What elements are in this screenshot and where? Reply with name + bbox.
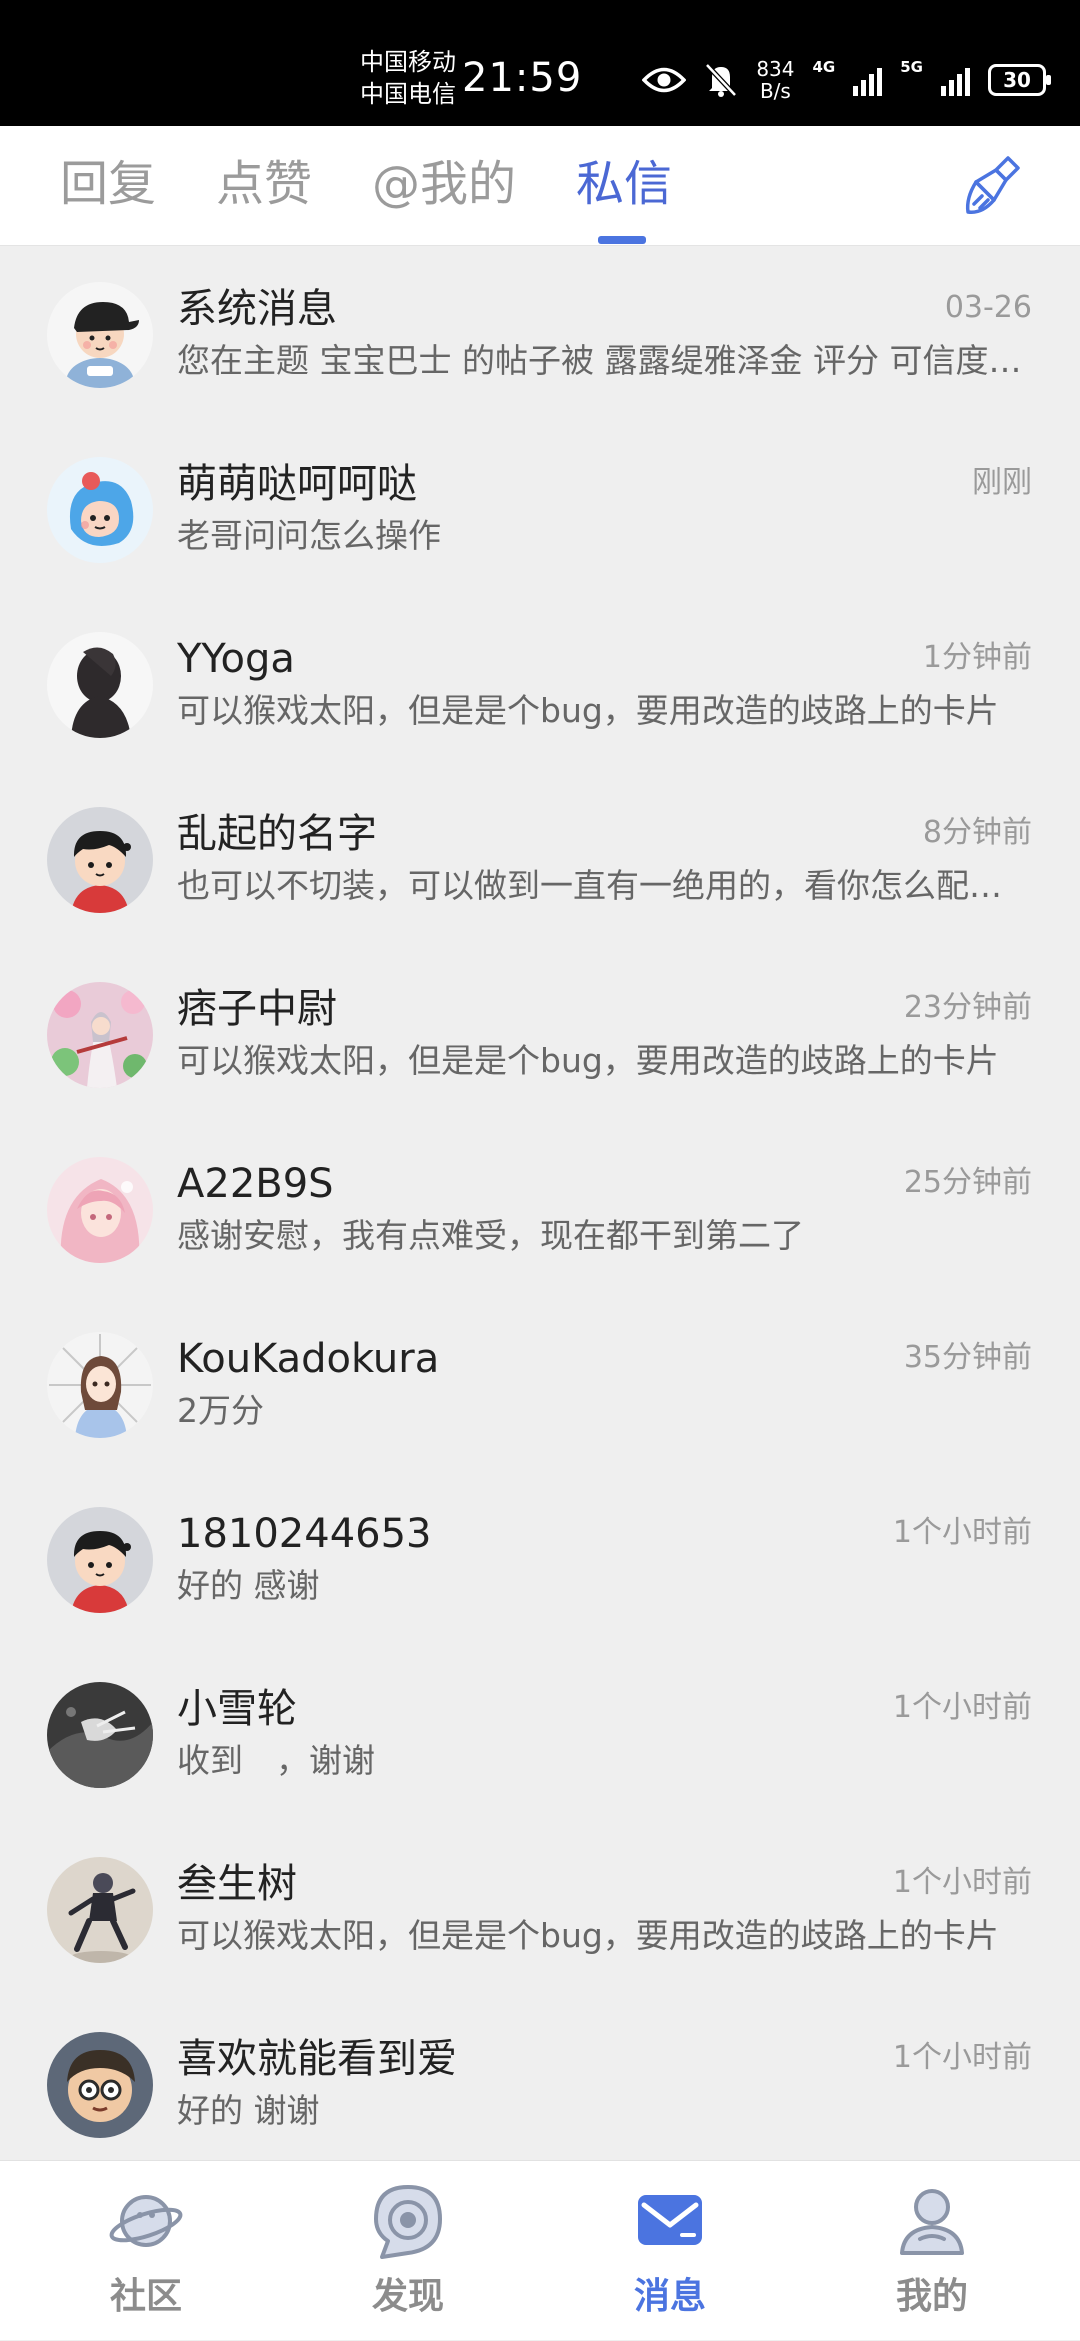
conversation-time: 8分钟前 bbox=[922, 815, 1032, 850]
nav-profile[interactable]: 我的 bbox=[832, 2161, 1032, 2341]
planet-icon bbox=[109, 2195, 183, 2247]
conversation-row[interactable]: KouKadokura 35分钟前 2万分 bbox=[0, 1296, 1080, 1471]
conversation-row[interactable]: 叁生树 1个小时前 可以猴戏太阳，但是是个bug，要用改造的歧路上的卡片 bbox=[0, 1821, 1080, 1996]
conversation-row[interactable]: A22B9S 25分钟前 感谢安慰，我有点难受，现在都干到第二了 bbox=[0, 1121, 1080, 1296]
conversation-row[interactable]: 乱起的名字 8分钟前 也可以不切装，可以做到一直有一绝用的，看你怎么配置了 bbox=[0, 771, 1080, 946]
blue-blob-avatar[interactable] bbox=[47, 457, 153, 563]
conversation-name: YYoga bbox=[177, 636, 295, 682]
battery-icon: 30 bbox=[988, 64, 1051, 96]
nav-messages[interactable]: 消息 bbox=[570, 2161, 770, 2341]
signal-icon bbox=[853, 64, 883, 96]
user-icon bbox=[900, 2189, 964, 2255]
network-type-1: 4G bbox=[812, 58, 836, 76]
nav-discover-label: 发现 bbox=[371, 2276, 444, 2317]
carrier-2: 中国电信 bbox=[360, 80, 456, 108]
nav-discover[interactable]: 发现 bbox=[308, 2161, 508, 2341]
network-type-2: 5G bbox=[900, 58, 923, 76]
anime-flower-avatar[interactable] bbox=[47, 982, 153, 1088]
broom-clear-icon[interactable] bbox=[964, 154, 1022, 218]
conversation-time: 03-26 bbox=[944, 290, 1032, 325]
conversation-row[interactable]: 1810244653 1个小时前 好的 感谢 bbox=[0, 1471, 1080, 1646]
status-clock: 21:59 bbox=[462, 55, 583, 101]
anime-girl-avatar[interactable] bbox=[47, 1332, 153, 1438]
conversation-row[interactable]: 痞子中尉 23分钟前 可以猴戏太阳，但是是个bug，要用改造的歧路上的卡片 bbox=[0, 946, 1080, 1121]
conversation-name: KouKadokura bbox=[177, 1336, 440, 1382]
conversation-preview: 可以猴戏太阳，但是是个bug，要用改造的歧路上的卡片 bbox=[177, 1041, 999, 1080]
signal-icon-2 bbox=[941, 64, 970, 96]
conversation-row[interactable]: 系统消息 03-26 您在主题 宝宝巴士 的帖子被 露露缇雅泽金 评分 可信度+… bbox=[0, 246, 1080, 421]
bottom-nav: 社区 发现 消息 我的 bbox=[0, 2160, 1080, 2340]
conversation-name: 小雪轮 bbox=[177, 1686, 297, 1732]
conversation-row[interactable]: 喜欢就能看到爱 1个小时前 好的 谢谢 bbox=[0, 1996, 1080, 2160]
default-cartoon-avatar[interactable] bbox=[47, 807, 153, 913]
net-speed: 834 B/s bbox=[756, 58, 794, 102]
nav-messages-label: 消息 bbox=[633, 2276, 706, 2317]
discover-target-icon bbox=[374, 2185, 442, 2259]
silhouette-avatar[interactable] bbox=[47, 632, 153, 738]
conversation-time: 1个小时前 bbox=[892, 1865, 1032, 1900]
conversation-time: 1个小时前 bbox=[892, 1515, 1032, 1550]
nav-profile-label: 我的 bbox=[895, 2276, 968, 2317]
conversation-preview: 可以猴戏太阳，但是是个bug，要用改造的歧路上的卡片 bbox=[177, 1916, 999, 1955]
conversation-preview: 也可以不切装，可以做到一直有一绝用的，看你怎么配置了 bbox=[177, 866, 1032, 905]
mute-bell-icon bbox=[705, 63, 738, 97]
conversation-time: 1个小时前 bbox=[892, 1690, 1032, 1725]
conversation-name: 乱起的名字 bbox=[177, 811, 377, 857]
tab-mention[interactable]: @我的 bbox=[372, 154, 516, 214]
envelope-icon bbox=[638, 2195, 702, 2245]
conversation-name: 1810244653 bbox=[177, 1511, 432, 1557]
tab-indicator bbox=[598, 236, 646, 244]
conversation-name: 萌萌哒呵呵哒 bbox=[177, 461, 417, 507]
conversation-time: 1个小时前 bbox=[892, 2040, 1032, 2075]
conversation-preview: 收到 ，谢谢 bbox=[177, 1741, 375, 1780]
conversation-name: 叁生树 bbox=[177, 1861, 297, 1907]
status-icons: 834 B/s 4G 5G 30 bbox=[642, 56, 1051, 104]
conversation-preview: 可以猴戏太阳，但是是个bug，要用改造的歧路上的卡片 bbox=[177, 691, 999, 730]
conversation-time: 刚刚 bbox=[972, 465, 1032, 500]
cartoon-boy-cap-avatar[interactable] bbox=[47, 282, 153, 388]
conversation-preview: 好的 谢谢 bbox=[177, 2091, 320, 2130]
conversation-row[interactable]: 萌萌哒呵呵哒 刚刚 老哥问问怎么操作 bbox=[0, 421, 1080, 596]
status-bar: 中国移动 中国电信 21:59 834 B/s 4G 5G 30 bbox=[0, 0, 1080, 126]
conversation-preview: 感谢安慰，我有点难受，现在都干到第二了 bbox=[177, 1216, 804, 1255]
nav-community[interactable]: 社区 bbox=[46, 2161, 246, 2341]
conversation-name: A22B9S bbox=[177, 1161, 334, 1207]
conversation-preview: 2万分 bbox=[177, 1391, 264, 1430]
conversation-time: 1分钟前 bbox=[922, 640, 1032, 675]
tab-dm[interactable]: 私信 bbox=[576, 154, 672, 214]
carrier-info: 中国移动 中国电信 bbox=[360, 46, 456, 110]
message-tabs: 回复 点赞 @我的 私信 bbox=[0, 126, 1080, 246]
net-speed-unit: B/s bbox=[759, 79, 791, 103]
conversation-preview: 您在主题 宝宝巴士 的帖子被 露露缇雅泽金 评分 可信度+1 积分+1 bbox=[177, 341, 1032, 380]
tab-like[interactable]: 点赞 bbox=[216, 154, 312, 214]
default-cartoon-avatar[interactable] bbox=[47, 1507, 153, 1613]
carrier-1: 中国移动 bbox=[360, 48, 456, 76]
conversation-preview: 老哥问问怎么操作 bbox=[177, 516, 441, 555]
conversation-preview: 好的 感谢 bbox=[177, 1566, 320, 1605]
nav-community-label: 社区 bbox=[109, 2276, 182, 2317]
conversation-time: 23分钟前 bbox=[903, 990, 1032, 1025]
figure-avatar[interactable] bbox=[47, 1857, 153, 1963]
eye-icon bbox=[642, 67, 687, 93]
cartoon-glasses-avatar[interactable] bbox=[47, 2032, 153, 2138]
conversation-row[interactable]: YYoga 1分钟前 可以猴戏太阳，但是是个bug，要用改造的歧路上的卡片 bbox=[0, 596, 1080, 771]
conversation-time: 25分钟前 bbox=[903, 1165, 1032, 1200]
tab-reply[interactable]: 回复 bbox=[60, 154, 156, 214]
conversation-row[interactable]: 小雪轮 1个小时前 收到 ，谢谢 bbox=[0, 1646, 1080, 1821]
conversation-name: 喜欢就能看到爱 bbox=[177, 2036, 457, 2082]
conversation-list[interactable]: 系统消息 03-26 您在主题 宝宝巴士 的帖子被 露露缇雅泽金 评分 可信度+… bbox=[0, 246, 1080, 2160]
conversation-name: 痞子中尉 bbox=[177, 986, 337, 1032]
dark-photo-avatar[interactable] bbox=[47, 1682, 153, 1788]
pink-anime-avatar[interactable] bbox=[47, 1157, 153, 1263]
conversation-time: 35分钟前 bbox=[903, 1340, 1032, 1375]
conversation-name: 系统消息 bbox=[177, 286, 337, 332]
net-speed-value: 834 bbox=[756, 57, 795, 81]
